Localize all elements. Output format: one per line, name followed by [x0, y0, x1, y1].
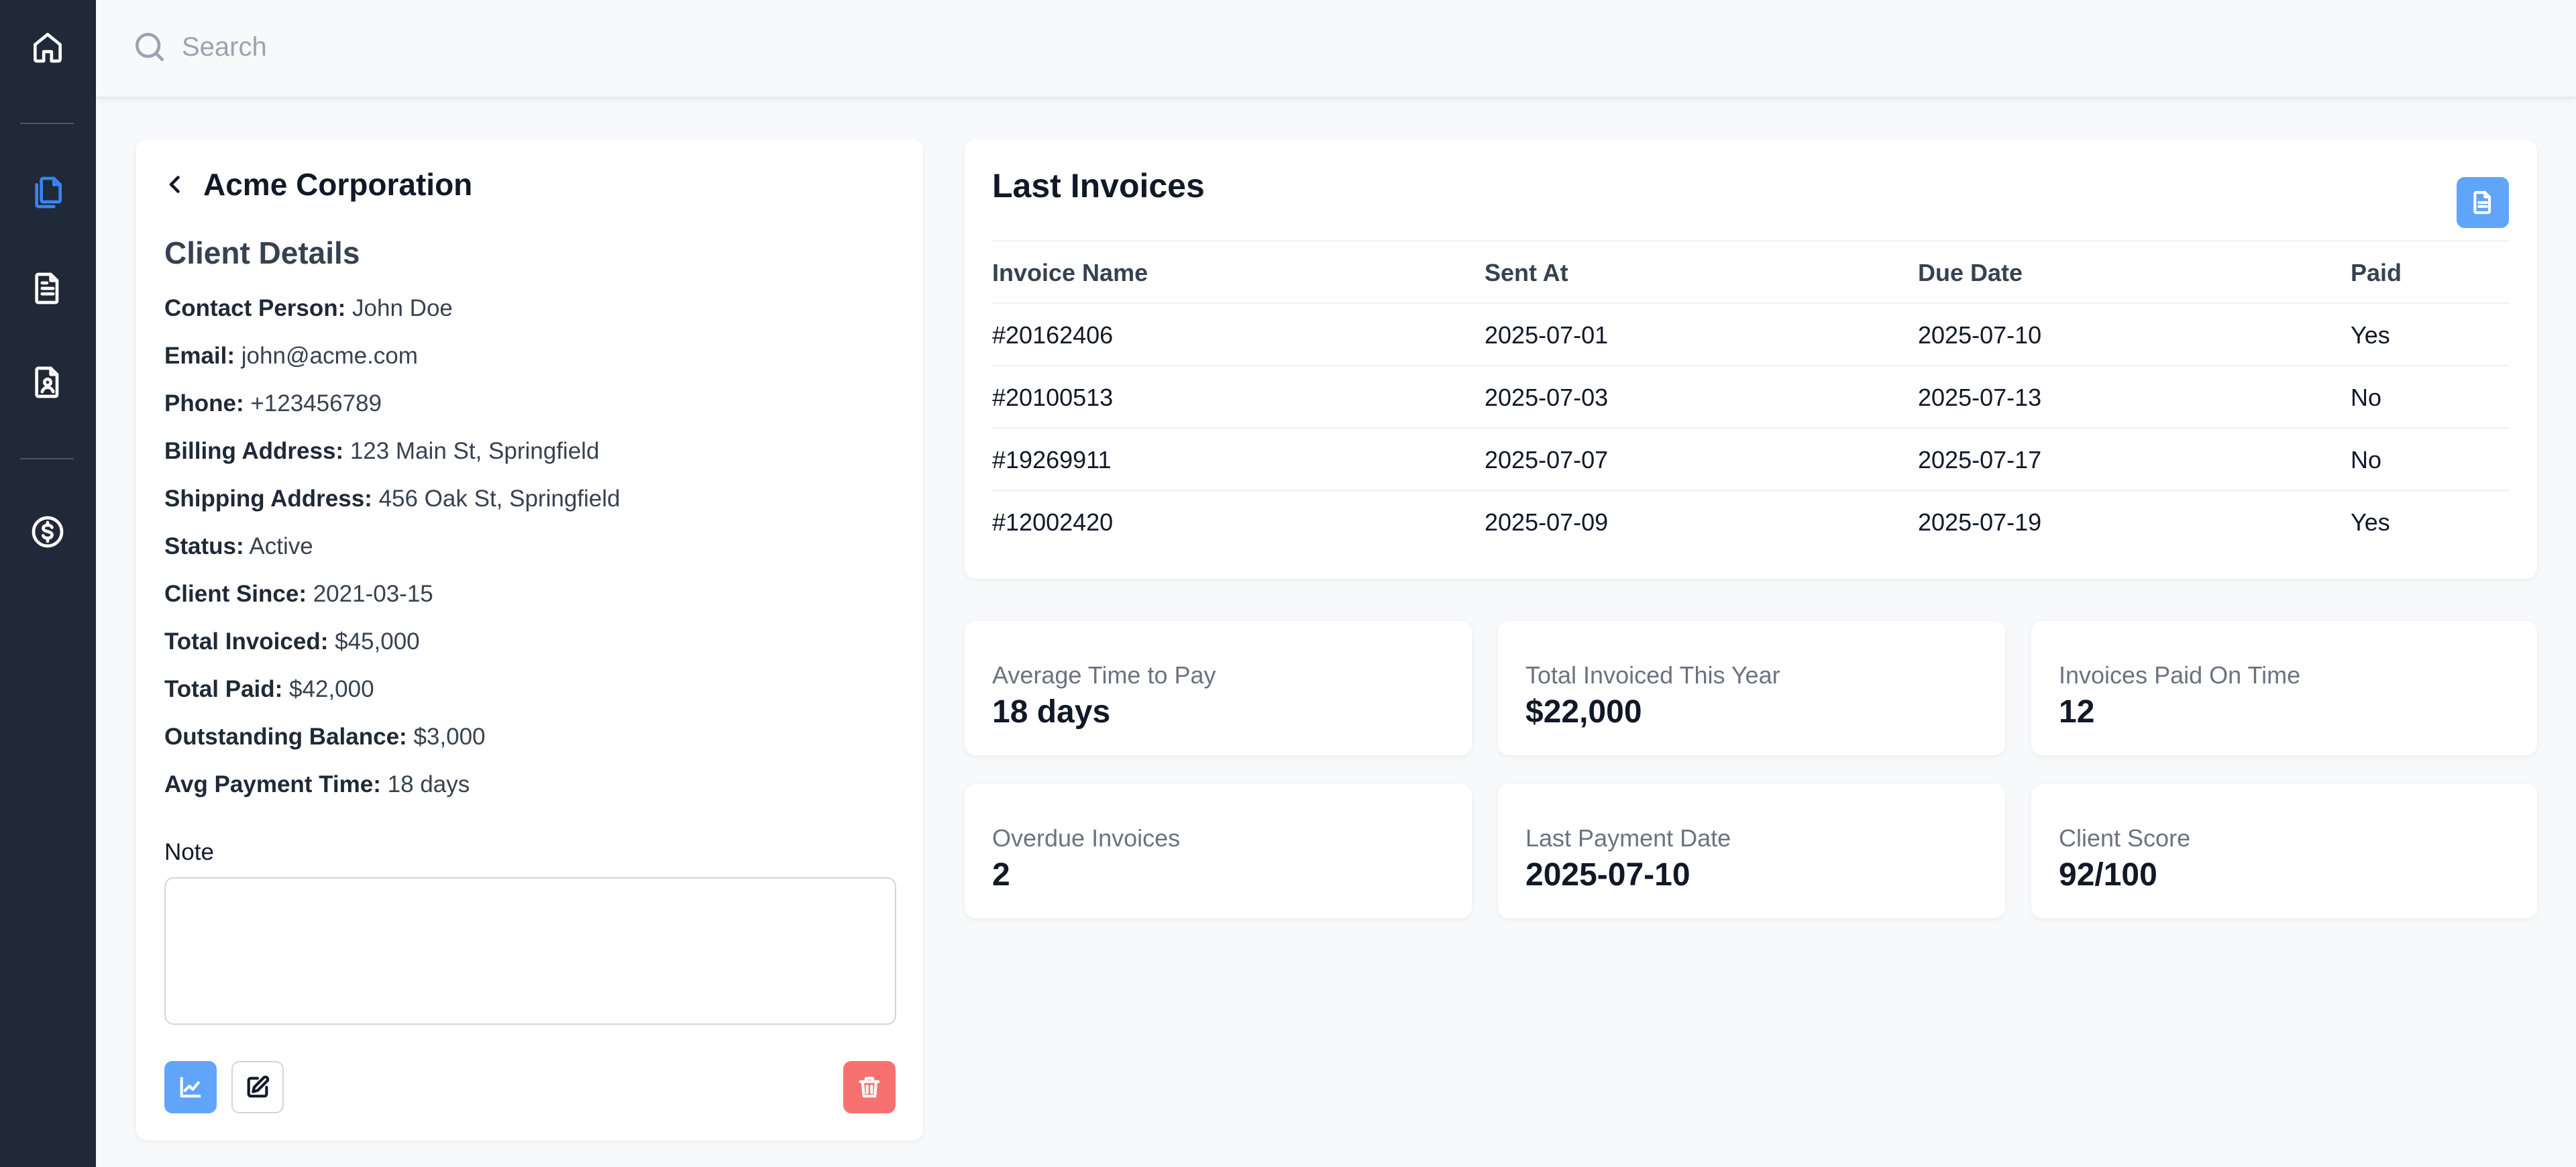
stat-label: Average Time to Pay — [992, 661, 1216, 689]
paid-cell: Yes — [2351, 321, 2390, 349]
table-row[interactable]: #12002420 2025-07-09 2025-07-19 Yes — [992, 490, 2510, 552]
column-header-sent-at: Sent At — [1485, 259, 1568, 286]
detail-email: Email: john@acme.com — [164, 343, 418, 369]
detail-shipping-address: Shipping Address: 456 Oak St, Springfiel… — [164, 486, 621, 512]
stat-value: $22,000 — [1525, 694, 1642, 730]
dollar-circle-icon — [32, 516, 64, 548]
client-details-list: Contact Person: John Doe Email: john@acm… — [164, 294, 621, 818]
note-label: Note — [164, 839, 214, 865]
sidebar-divider — [20, 458, 74, 459]
detail-billing-address: Billing Address: 123 Main St, Springfiel… — [164, 438, 600, 464]
paid-cell: No — [2351, 384, 2382, 411]
column-header-due-date: Due Date — [1918, 259, 2023, 286]
stat-label: Overdue Invoices — [992, 824, 1181, 852]
sent-at-cell: 2025-07-03 — [1485, 384, 1609, 411]
stat-value: 18 days — [992, 694, 1111, 730]
stat-card-invoices-paid-on-time: Invoices Paid On Time 12 — [2031, 621, 2537, 755]
copy-documents-icon — [35, 176, 62, 209]
stat-value: 12 — [2059, 694, 2095, 730]
detail-contact-person: Contact Person: John Doe — [164, 295, 453, 321]
detail-client-since: Client Since: 2021-03-15 — [164, 581, 433, 607]
detail-total-paid: Total Paid: $42,000 — [164, 676, 374, 702]
invoices-title: Last Invoices — [992, 167, 1205, 205]
note-textarea[interactable] — [164, 877, 896, 1025]
sidebar-item-clients[interactable] — [24, 169, 71, 216]
search-input[interactable] — [182, 27, 1121, 67]
invoices-table: Invoice Name Sent At Due Date Paid #2016… — [992, 240, 2510, 552]
paid-cell: Yes — [2351, 508, 2390, 536]
column-header-paid: Paid — [2351, 259, 2402, 286]
table-row[interactable]: #20100513 2025-07-03 2025-07-13 No — [992, 365, 2510, 427]
stat-card-total-invoiced-this-year: Total Invoiced This Year $22,000 — [1498, 621, 2005, 755]
home-icon — [34, 33, 62, 63]
sidebar-item-invoices[interactable] — [24, 265, 71, 312]
paid-cell: No — [2351, 446, 2382, 474]
sidebar-item-contacts[interactable] — [24, 359, 71, 406]
sidebar-item-payments[interactable] — [24, 508, 71, 555]
stat-card-average-time-to-pay: Average Time to Pay 18 days — [965, 621, 1472, 755]
document-icon — [2473, 190, 2491, 215]
due-date-cell: 2025-07-17 — [1918, 446, 2042, 474]
table-row[interactable]: #19269911 2025-07-07 2025-07-17 No — [992, 427, 2510, 490]
section-title: Client Details — [164, 235, 360, 270]
due-date-cell: 2025-07-13 — [1918, 384, 2042, 411]
sidebar-divider — [20, 123, 74, 124]
sidebar — [0, 0, 96, 1167]
stat-value: 2 — [992, 857, 1010, 893]
delete-button[interactable] — [843, 1061, 896, 1113]
invoice-name-cell: #19269911 — [992, 446, 1112, 474]
sent-at-cell: 2025-07-01 — [1485, 321, 1609, 349]
back-chevron-icon[interactable] — [162, 171, 189, 198]
invoice-name-cell: #20100513 — [992, 384, 1114, 411]
chart-button[interactable] — [164, 1061, 217, 1113]
stat-label: Invoices Paid On Time — [2059, 661, 2301, 689]
sent-at-cell: 2025-07-07 — [1485, 446, 1609, 474]
invoice-name-cell: #20162406 — [992, 321, 1114, 349]
edit-button[interactable] — [231, 1061, 284, 1113]
client-name: Acme Corporation — [203, 167, 473, 202]
document-text-icon — [35, 272, 59, 304]
client-details-card: Acme Corporation Client Details Contact … — [136, 140, 923, 1140]
invoice-document-button[interactable] — [2457, 177, 2509, 228]
detail-phone: Phone: +123456789 — [164, 390, 382, 416]
detail-status: Status: Active — [164, 533, 313, 559]
stat-label: Last Payment Date — [1525, 824, 1731, 852]
line-chart-icon — [180, 1076, 201, 1098]
sidebar-item-home[interactable] — [24, 23, 71, 70]
stat-value: 2025-07-10 — [1525, 857, 1690, 893]
last-invoices-card: Last Invoices Invoice Name Sent At Due D… — [965, 140, 2537, 579]
column-header-invoice-name: Invoice Name — [992, 259, 1148, 286]
detail-total-invoiced: Total Invoiced: $45,000 — [164, 628, 420, 655]
stat-label: Client Score — [2059, 824, 2191, 852]
stat-card-overdue-invoices: Overdue Invoices 2 — [965, 784, 1472, 918]
contact-document-icon — [35, 366, 59, 398]
due-date-cell: 2025-07-10 — [1918, 321, 2042, 349]
top-bar — [96, 0, 2576, 97]
invoice-name-cell: #12002420 — [992, 508, 1114, 536]
trash-icon — [859, 1076, 880, 1098]
due-date-cell: 2025-07-19 — [1918, 508, 2042, 536]
stat-card-last-payment-date: Last Payment Date 2025-07-10 — [1498, 784, 2005, 918]
stat-label: Total Invoiced This Year — [1525, 661, 1780, 689]
stat-card-client-score: Client Score 92/100 — [2031, 784, 2537, 918]
stat-value: 92/100 — [2059, 857, 2157, 893]
search-icon — [131, 28, 168, 66]
table-row[interactable]: #20162406 2025-07-01 2025-07-10 Yes — [992, 302, 2510, 365]
client-header: Acme Corporation — [162, 166, 472, 203]
sent-at-cell: 2025-07-09 — [1485, 508, 1609, 536]
edit-icon — [247, 1075, 270, 1098]
detail-avg-payment-time: Avg Payment Time: 18 days — [164, 771, 470, 797]
table-header-row: Invoice Name Sent At Due Date Paid — [992, 240, 2510, 302]
detail-outstanding-balance: Outstanding Balance: $3,000 — [164, 724, 486, 750]
